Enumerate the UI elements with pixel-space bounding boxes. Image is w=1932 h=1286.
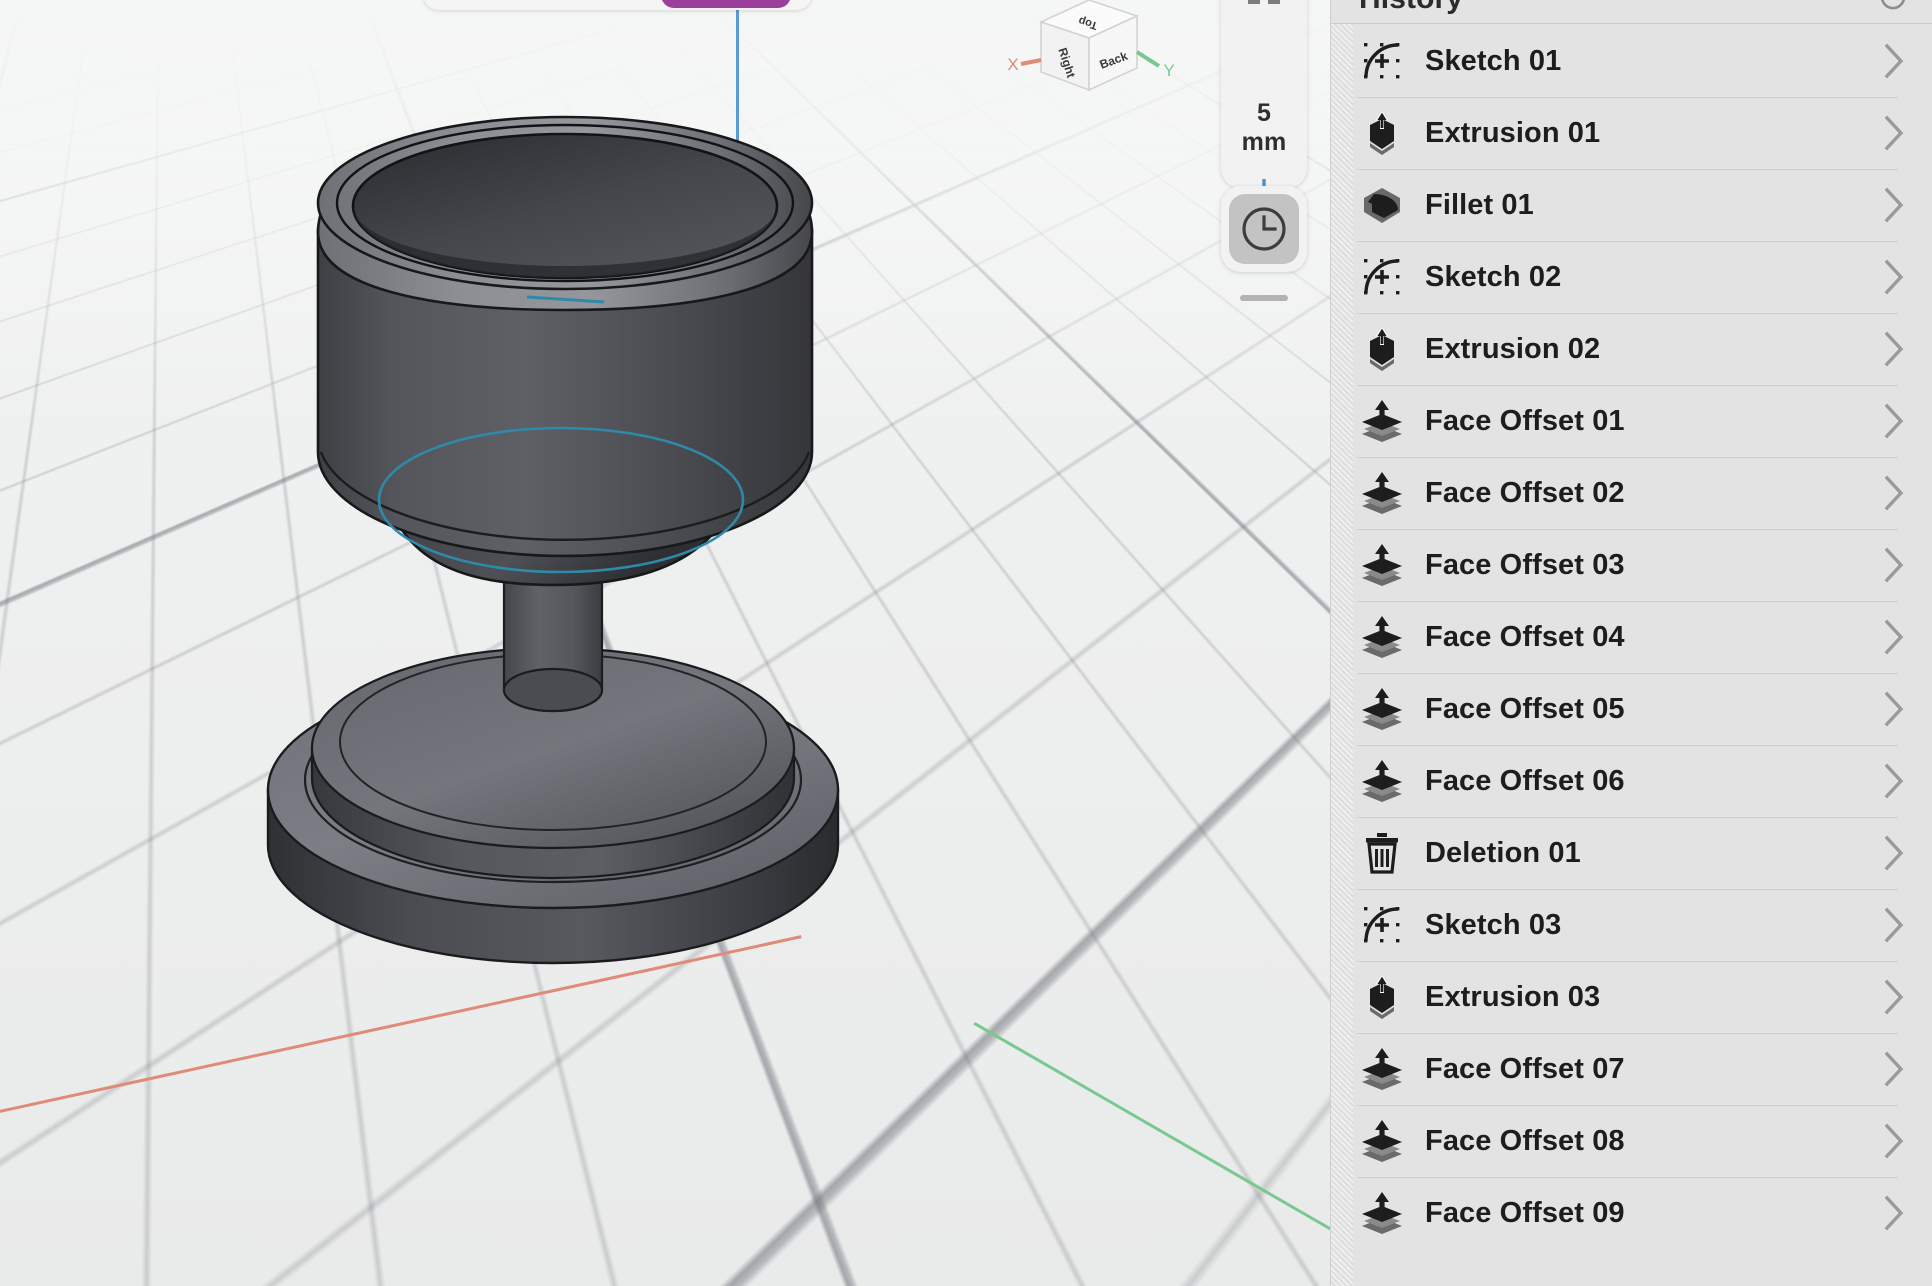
history-item-sketch-02[interactable]: Sketch 02 (1331, 241, 1932, 313)
history-item-face-offset-08[interactable]: Face Offset 08 (1331, 1105, 1932, 1177)
grid-size-value: 5 (1256, 99, 1272, 127)
clock-icon[interactable] (1229, 194, 1299, 264)
fillet-icon (1359, 182, 1405, 228)
history-item-label: Sketch 03 (1425, 908, 1562, 941)
history-item-label: Extrusion 03 (1425, 980, 1601, 1013)
trash-icon (1359, 830, 1405, 876)
view-settings-toolbar[interactable]: 5 mm (1221, 0, 1307, 221)
history-item-sketch-03[interactable]: Sketch 03 (1331, 889, 1932, 961)
history-item-label: Fillet 01 (1425, 188, 1534, 221)
chevron-right-icon[interactable] (1872, 402, 1916, 440)
history-panel-toggle[interactable] (1221, 186, 1307, 272)
chevron-right-icon[interactable] (1872, 546, 1916, 584)
chevron-right-icon[interactable] (1872, 618, 1916, 656)
history-item-label: Extrusion 01 (1425, 116, 1601, 149)
face-offset-icon (1359, 1046, 1405, 1092)
history-item-label: Deletion 01 (1425, 836, 1581, 869)
chevron-right-icon[interactable] (1872, 42, 1916, 80)
history-item-face-offset-07[interactable]: Face Offset 07 (1331, 1033, 1932, 1105)
history-item-face-offset-06[interactable]: Face Offset 06 (1331, 745, 1932, 817)
history-item-label: Face Offset 09 (1425, 1196, 1625, 1229)
chevron-right-icon[interactable] (1872, 690, 1916, 728)
chevron-right-icon[interactable] (1872, 1122, 1916, 1160)
chevron-right-icon[interactable] (1872, 762, 1916, 800)
face-offset-icon (1359, 398, 1405, 444)
history-item-label: Sketch 02 (1425, 260, 1562, 293)
sketch-icon (1359, 254, 1405, 300)
history-item-label: Face Offset 05 (1425, 692, 1625, 725)
history-item-label: Face Offset 01 (1425, 404, 1625, 437)
grid-size-unit: mm (1241, 128, 1287, 156)
history-panel-title: History (1359, 0, 1463, 16)
history-item-face-offset-01[interactable]: Face Offset 01 (1331, 385, 1932, 457)
history-item-face-offset-02[interactable]: Face Offset 02 (1331, 457, 1932, 529)
history-panel: History Sketch 01 Extrusion 01 (1330, 0, 1932, 1286)
chevron-right-icon[interactable] (1872, 114, 1916, 152)
face-offset-icon (1359, 1190, 1405, 1236)
sketch-icon (1359, 902, 1405, 948)
refresh-icon[interactable] (1876, 0, 1910, 14)
chevron-right-icon[interactable] (1872, 258, 1916, 296)
chevron-right-icon[interactable] (1872, 330, 1916, 368)
history-item-face-offset-03[interactable]: Face Offset 03 (1331, 529, 1932, 601)
face-offset-icon (1359, 758, 1405, 804)
chevron-right-icon[interactable] (1872, 186, 1916, 224)
history-item-label: Face Offset 07 (1425, 1052, 1625, 1085)
face-offset-icon (1359, 614, 1405, 660)
magnet-icon[interactable] (1236, 0, 1292, 25)
history-item-label: Face Offset 08 (1425, 1124, 1625, 1157)
top-toolbar-active-tool[interactable] (661, 0, 791, 8)
face-offset-icon (1359, 686, 1405, 732)
3d-viewport[interactable]: Top Right Back X Y 5 mm (0, 0, 1330, 1286)
history-item-label: Face Offset 06 (1425, 764, 1625, 797)
chevron-right-icon[interactable] (1872, 978, 1916, 1016)
history-item-label: Face Offset 03 (1425, 548, 1625, 581)
face-offset-icon (1359, 470, 1405, 516)
chevron-right-icon[interactable] (1872, 834, 1916, 872)
history-item-label: Face Offset 02 (1425, 476, 1625, 509)
history-item-face-offset-09[interactable]: Face Offset 09 (1331, 1177, 1932, 1249)
history-item-label: Face Offset 04 (1425, 620, 1625, 653)
history-item-deletion-01[interactable]: Deletion 01 (1331, 817, 1932, 889)
history-item-fillet-01[interactable]: Fillet 01 (1331, 169, 1932, 241)
chevron-right-icon[interactable] (1872, 1050, 1916, 1088)
history-item-label: Extrusion 02 (1425, 332, 1601, 365)
history-item-label: Sketch 01 (1425, 44, 1562, 77)
view-cube[interactable]: Top Right Back X Y (1003, 0, 1183, 108)
face-offset-icon (1359, 542, 1405, 588)
face-offset-icon (1359, 1118, 1405, 1164)
chevron-right-icon[interactable] (1872, 474, 1916, 512)
chevron-right-icon[interactable] (1872, 1194, 1916, 1232)
chevron-right-icon[interactable] (1872, 906, 1916, 944)
history-item-extrusion-01[interactable]: Extrusion 01 (1331, 97, 1932, 169)
cad-model-goblet[interactable] (0, 0, 1330, 1286)
history-item-extrusion-03[interactable]: Extrusion 03 (1331, 961, 1932, 1033)
history-list[interactable]: Sketch 01 Extrusion 01 Fillet 01 Sketch … (1331, 25, 1932, 1286)
history-item-sketch-01[interactable]: Sketch 01 (1331, 25, 1932, 97)
extrusion-icon (1359, 974, 1405, 1020)
toolbar-drag-handle[interactable] (1240, 295, 1288, 301)
history-item-face-offset-05[interactable]: Face Offset 05 (1331, 673, 1932, 745)
view-cube-x-label: X (1007, 55, 1018, 74)
extrusion-icon (1359, 326, 1405, 372)
grid-size-display[interactable]: 5 mm (1242, 99, 1287, 157)
extrusion-icon (1359, 110, 1405, 156)
history-item-face-offset-04[interactable]: Face Offset 04 (1331, 601, 1932, 673)
sketch-icon (1359, 38, 1405, 84)
history-item-extrusion-02[interactable]: Extrusion 02 (1331, 313, 1932, 385)
view-cube-y-label: Y (1163, 61, 1174, 80)
history-panel-header: History (1331, 0, 1932, 24)
